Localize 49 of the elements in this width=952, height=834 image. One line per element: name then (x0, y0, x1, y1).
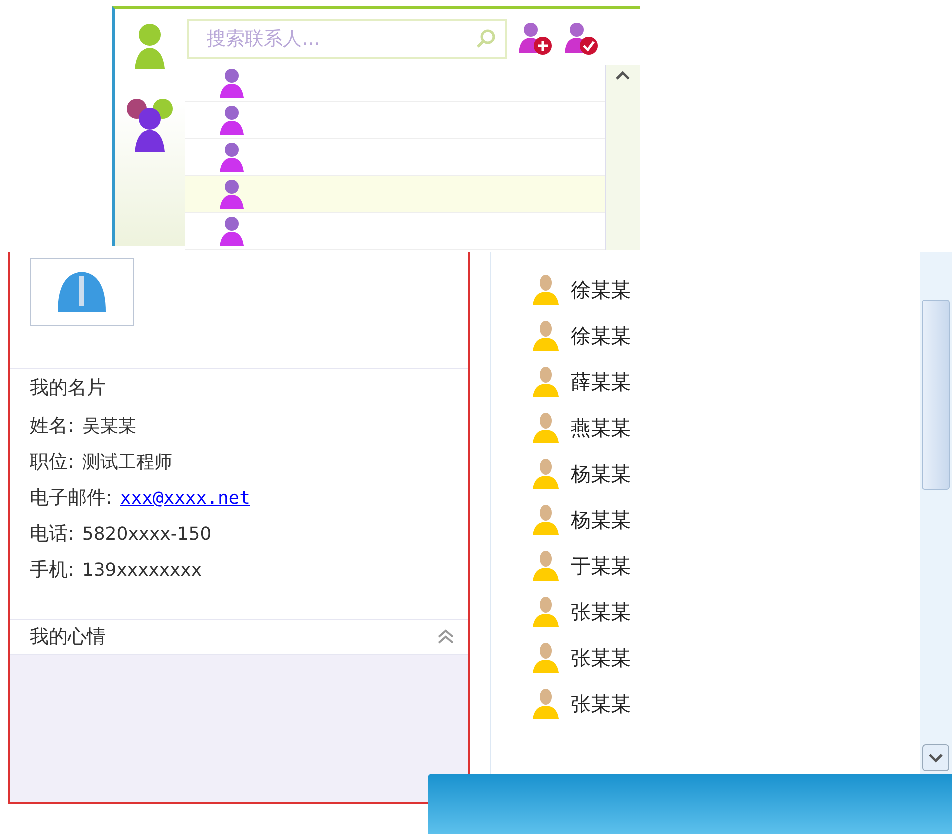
person-icon (217, 67, 247, 99)
field-value: 5820xxxx-150 (82, 524, 212, 545)
check-user-icon[interactable] (563, 21, 599, 57)
field-value: 吴某某 (82, 415, 136, 438)
field-label: 姓名: (30, 414, 74, 439)
contact-name[interactable]: 张某某 (571, 690, 631, 718)
contact-name[interactable]: 张某某 (571, 598, 631, 626)
field-label: 职位: (30, 450, 74, 475)
contact-name[interactable]: 张某某 (571, 644, 631, 672)
contact-name[interactable]: 燕某某 (571, 414, 631, 442)
contact-name[interactable]: 杨某某 (571, 460, 631, 488)
person-icon (531, 458, 561, 490)
scroll-thumb[interactable] (922, 300, 950, 490)
contact-name[interactable]: 薛某某 (571, 368, 631, 396)
search-result-row[interactable] (185, 176, 605, 213)
person-icon (217, 104, 247, 136)
contact-name[interactable]: 于某某 (571, 552, 631, 580)
field-label: 手机: (30, 558, 74, 583)
field-label: 电话: (30, 522, 74, 547)
person-icon (531, 688, 561, 720)
person-icon (531, 642, 561, 674)
section-title: 我的心情 (30, 625, 106, 650)
add-user-icon[interactable] (517, 21, 553, 57)
contact-name[interactable]: 杨某某 (571, 506, 631, 534)
person-icon (217, 141, 247, 173)
collapse-icon[interactable] (436, 628, 456, 646)
scrollbar[interactable] (920, 252, 952, 774)
person-icon (531, 504, 561, 536)
person-icon (531, 366, 561, 398)
field-value: 139xxxxxxxx (82, 560, 202, 581)
search-icon (475, 28, 497, 50)
contact-name[interactable]: 徐某某 (571, 322, 631, 350)
scroll-down-icon[interactable] (922, 744, 950, 772)
contact-name[interactable]: 徐某某 (571, 276, 631, 304)
section-title: 我的名片 (10, 368, 468, 407)
section-header[interactable]: 我的心情 (10, 619, 468, 655)
scrollbar[interactable] (605, 65, 640, 250)
person-icon (531, 274, 561, 306)
field-label: 电子邮件: (30, 486, 112, 511)
person-icon (217, 215, 247, 247)
email-link[interactable]: xxx@xxxx.net (120, 488, 250, 509)
person-icon (531, 320, 561, 352)
person-icon (531, 412, 561, 444)
person-icon (217, 178, 247, 210)
person-icon (531, 550, 561, 582)
person-icon (531, 596, 561, 628)
search-field[interactable]: 搜索联系人... (187, 19, 507, 59)
field-value: 测试工程师 (82, 451, 172, 474)
user-icon (133, 23, 167, 71)
